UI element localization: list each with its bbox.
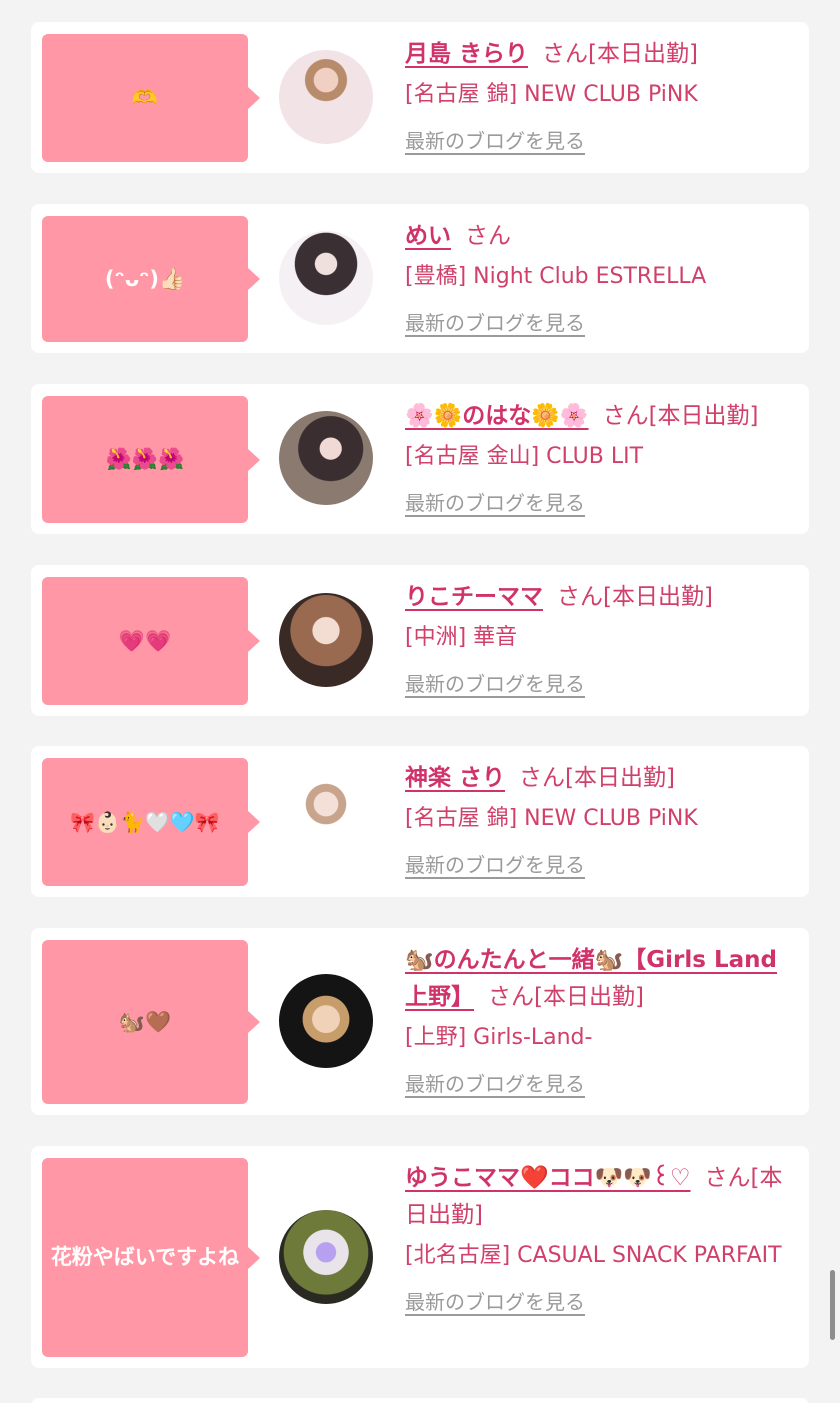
shop-name: [北名古屋] CASUAL SNACK PARFAIT xyxy=(405,1243,782,1268)
blog-list: 🫶 月島 きらり さん[本日出勤] [名古屋 錦] NEW CLUB PiNK 最… xyxy=(0,0,840,1403)
shop-name: [豊橋] Night Club ESTRELLA xyxy=(405,264,707,289)
comment-text: 花粉やばいですよね xyxy=(50,1245,240,1270)
comment-text: 🌺🌺🌺 xyxy=(105,447,185,472)
comment-bubble: 💗💗 xyxy=(42,577,260,705)
status-badge: [本日出勤] xyxy=(603,584,713,610)
scrollbar[interactable] xyxy=(830,1270,835,1340)
shop-name: [名古屋 錦] NEW CLUB PiNK xyxy=(405,82,698,107)
comment-text: 🫶 xyxy=(131,85,159,110)
avatar[interactable] xyxy=(279,974,373,1068)
latest-blog-link[interactable]: 最新のブログを見る xyxy=(405,1068,585,1097)
honorific: さん xyxy=(519,765,566,791)
comment-text: 🎀👶🏻🐈🤍🩵🎀 xyxy=(70,809,220,834)
avatar[interactable] xyxy=(279,1210,373,1304)
list-item: (ᵔᴗᵔ)👍🏻 めい さん [豊橋] Night Club ESTRELLA 最新… xyxy=(31,204,809,353)
latest-blog-link[interactable]: 最新のブログを見る xyxy=(405,487,585,516)
status-badge: [本日出勤] xyxy=(588,41,698,67)
latest-blog-link[interactable]: 最新のブログを見る xyxy=(405,849,585,878)
shop-name: [名古屋 錦] NEW CLUB PiNK xyxy=(405,806,698,831)
status-badge: [本日出勤] xyxy=(534,984,644,1010)
comment-bubble: 🎀👶🏻🐈🤍🩵🎀 xyxy=(42,758,260,886)
honorific: さん xyxy=(542,41,589,67)
cast-name-link[interactable]: めい xyxy=(405,223,451,249)
list-item: 💗💗 りこチーママ さん[本日出勤] [中洲] 華音 最新のブログを見る xyxy=(31,565,809,716)
comment-bubble: (ᵔᴗᵔ)👍🏻 xyxy=(42,216,260,342)
shop-name: [名古屋 金山] CLUB LIT xyxy=(405,444,644,469)
comment-bubble: 🫶 xyxy=(42,34,260,162)
avatar[interactable] xyxy=(279,774,373,868)
cast-name-link[interactable]: 神楽 さり xyxy=(405,765,505,791)
comment-bubble: 花粉やばいですよね xyxy=(42,1158,260,1357)
cast-name-link[interactable]: ゆうこママ❤️ココ🐶🐶꒰♡ xyxy=(405,1165,691,1191)
shop-name: [中洲] 華音 xyxy=(405,625,518,650)
latest-blog-link[interactable]: 最新のブログを見る xyxy=(405,668,585,697)
list-item: 🫶 月島 きらり さん[本日出勤] [名古屋 錦] NEW CLUB PiNK 最… xyxy=(31,22,809,173)
honorific: さん xyxy=(602,403,649,429)
list-item: 花粉やばいですよね ゆうこママ❤️ココ🐶🐶꒰♡ さん[本日出勤] [北名古屋] C… xyxy=(31,1146,809,1368)
cast-name-link[interactable]: 🌸🌼のはな🌼🌸 xyxy=(405,403,589,429)
comment-text: 🐿️🤎 xyxy=(118,1009,172,1034)
honorific: さん xyxy=(557,584,603,610)
latest-blog-link[interactable]: 最新のブログを見る xyxy=(405,307,585,336)
comment-text: 💗💗 xyxy=(118,628,172,653)
status-badge: [本日出勤] xyxy=(648,403,759,429)
comment-bubble: 🐿️🤎 xyxy=(42,940,260,1104)
shop-name: [上野] Girls-Land- xyxy=(405,1025,593,1050)
comment-bubble: 🌺🌺🌺 xyxy=(42,396,260,523)
avatar[interactable] xyxy=(279,50,373,144)
list-item: 🐿️🤎 🐿️のんたんと一緒🐿️【Girls Land上野】 さん[本日出勤] [上… xyxy=(31,928,809,1115)
latest-blog-link[interactable]: 最新のブログを見る xyxy=(405,125,585,154)
honorific: さん xyxy=(488,984,534,1010)
list-item xyxy=(31,1398,809,1403)
list-item: 🎀👶🏻🐈🤍🩵🎀 神楽 さり さん[本日出勤] [名古屋 錦] NEW CLUB P… xyxy=(31,746,809,897)
honorific: さん xyxy=(465,223,511,249)
status-badge: [本日出勤] xyxy=(565,765,675,791)
latest-blog-link[interactable]: 最新のブログを見る xyxy=(405,1286,585,1315)
cast-name-link[interactable]: りこチーママ xyxy=(405,584,543,610)
list-item: 🌺🌺🌺 🌸🌼のはな🌼🌸 さん[本日出勤] [名古屋 金山] CLUB LIT 最新… xyxy=(31,384,809,534)
avatar[interactable] xyxy=(279,231,373,325)
avatar[interactable] xyxy=(279,593,373,687)
honorific: さん xyxy=(704,1165,751,1191)
comment-text: (ᵔᴗᵔ)👍🏻 xyxy=(104,266,186,291)
avatar[interactable] xyxy=(279,411,373,505)
cast-name-link[interactable]: 月島 きらり xyxy=(405,41,528,67)
